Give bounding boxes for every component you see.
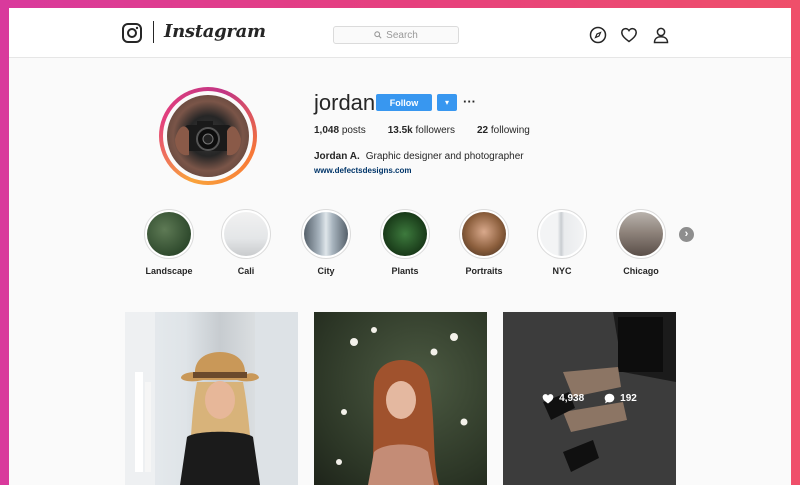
post-photo-woman-hat — [125, 312, 298, 485]
post-hover-overlay: 4,938 192 — [503, 312, 676, 485]
activity-heart-icon[interactable] — [620, 26, 638, 44]
post-comments-count: 192 — [620, 393, 637, 404]
search-placeholder: Search — [386, 29, 418, 41]
posts-count: 1,048 — [314, 125, 340, 136]
followers-count: 13.5k — [387, 125, 413, 136]
top-navigation-bar: Instagram Search — [9, 8, 791, 58]
following-stat[interactable]: 22 following — [477, 125, 530, 136]
posts-stat: 1,048 posts — [314, 125, 366, 136]
highlight-portraits[interactable]: Portraits — [449, 209, 519, 276]
highlight-thumbnail — [383, 212, 427, 256]
logo-divider — [153, 21, 154, 43]
profile-website-link[interactable]: www.defectsdesigns.com — [314, 166, 412, 175]
highlight-thumbnail — [540, 212, 584, 256]
profile-bio: Jordan A. Graphic designer and photograph… — [314, 151, 524, 162]
avatar-photo — [167, 95, 249, 177]
post-thumbnail[interactable]: 4,938 192 — [503, 312, 676, 485]
profile-username: jordan — [314, 90, 376, 115]
profile-bio-text: Graphic designer and photographer — [365, 151, 524, 162]
post-photo-woman-flowers — [336, 327, 468, 485]
instagram-wordmark[interactable]: Instagram — [164, 21, 266, 42]
highlight-thumbnail — [304, 212, 348, 256]
following-label: following — [490, 125, 530, 136]
profile-person-icon[interactable] — [652, 26, 670, 44]
post-thumbnail[interactable] — [125, 312, 298, 485]
highlight-label: City — [317, 266, 335, 276]
highlight-chicago[interactable]: Chicago — [606, 209, 676, 276]
camera-photo-icon — [175, 121, 241, 156]
highlight-thumbnail — [619, 212, 663, 256]
highlight-label: Plants — [391, 266, 419, 276]
post-comments: 192 — [604, 393, 637, 404]
follow-button[interactable]: Follow — [376, 94, 432, 111]
following-count: 22 — [477, 125, 489, 136]
followers-label: followers — [415, 125, 455, 136]
post-likes-count: 4,938 — [559, 393, 585, 404]
post-thumbnail[interactable] — [314, 312, 487, 485]
followers-stat[interactable]: 13.5k followers — [388, 125, 455, 136]
highlight-landscape[interactable]: Landscape — [134, 209, 204, 276]
follow-options-dropdown-button[interactable]: ▾ — [437, 94, 457, 111]
comment-bubble-icon — [604, 393, 615, 404]
highlight-city[interactable]: City — [291, 209, 361, 276]
highlight-label: Portraits — [465, 266, 503, 276]
highlight-cali[interactable]: Cali — [211, 209, 281, 276]
highlight-thumbnail — [224, 212, 268, 256]
post-likes: 4,938 — [542, 393, 584, 404]
like-heart-icon — [542, 394, 554, 404]
highlight-thumbnail — [147, 212, 191, 256]
search-icon — [374, 31, 382, 39]
instagram-camera-icon[interactable] — [122, 23, 142, 43]
highlights-next-button[interactable]: › — [679, 227, 694, 242]
browser-window: Instagram Search jordan Follow ▾ ··· 1,0… — [9, 8, 791, 485]
profile-avatar[interactable] — [159, 87, 257, 185]
profile-stats: 1,048 posts 13.5k followers 22 following — [314, 125, 530, 136]
highlight-label: NYC — [552, 266, 572, 276]
highlight-thumbnail — [462, 212, 506, 256]
highlight-label: Landscape — [145, 266, 193, 276]
more-options-button[interactable]: ··· — [463, 94, 476, 109]
highlight-label: Cali — [237, 266, 255, 276]
highlight-plants[interactable]: Plants — [370, 209, 440, 276]
profile-full-name: Jordan A. — [314, 151, 360, 162]
explore-compass-icon[interactable] — [589, 26, 607, 44]
posts-label: posts — [341, 125, 366, 136]
search-input[interactable]: Search — [333, 26, 459, 44]
highlight-label: Chicago — [623, 266, 659, 276]
highlight-nyc[interactable]: NYC — [527, 209, 597, 276]
